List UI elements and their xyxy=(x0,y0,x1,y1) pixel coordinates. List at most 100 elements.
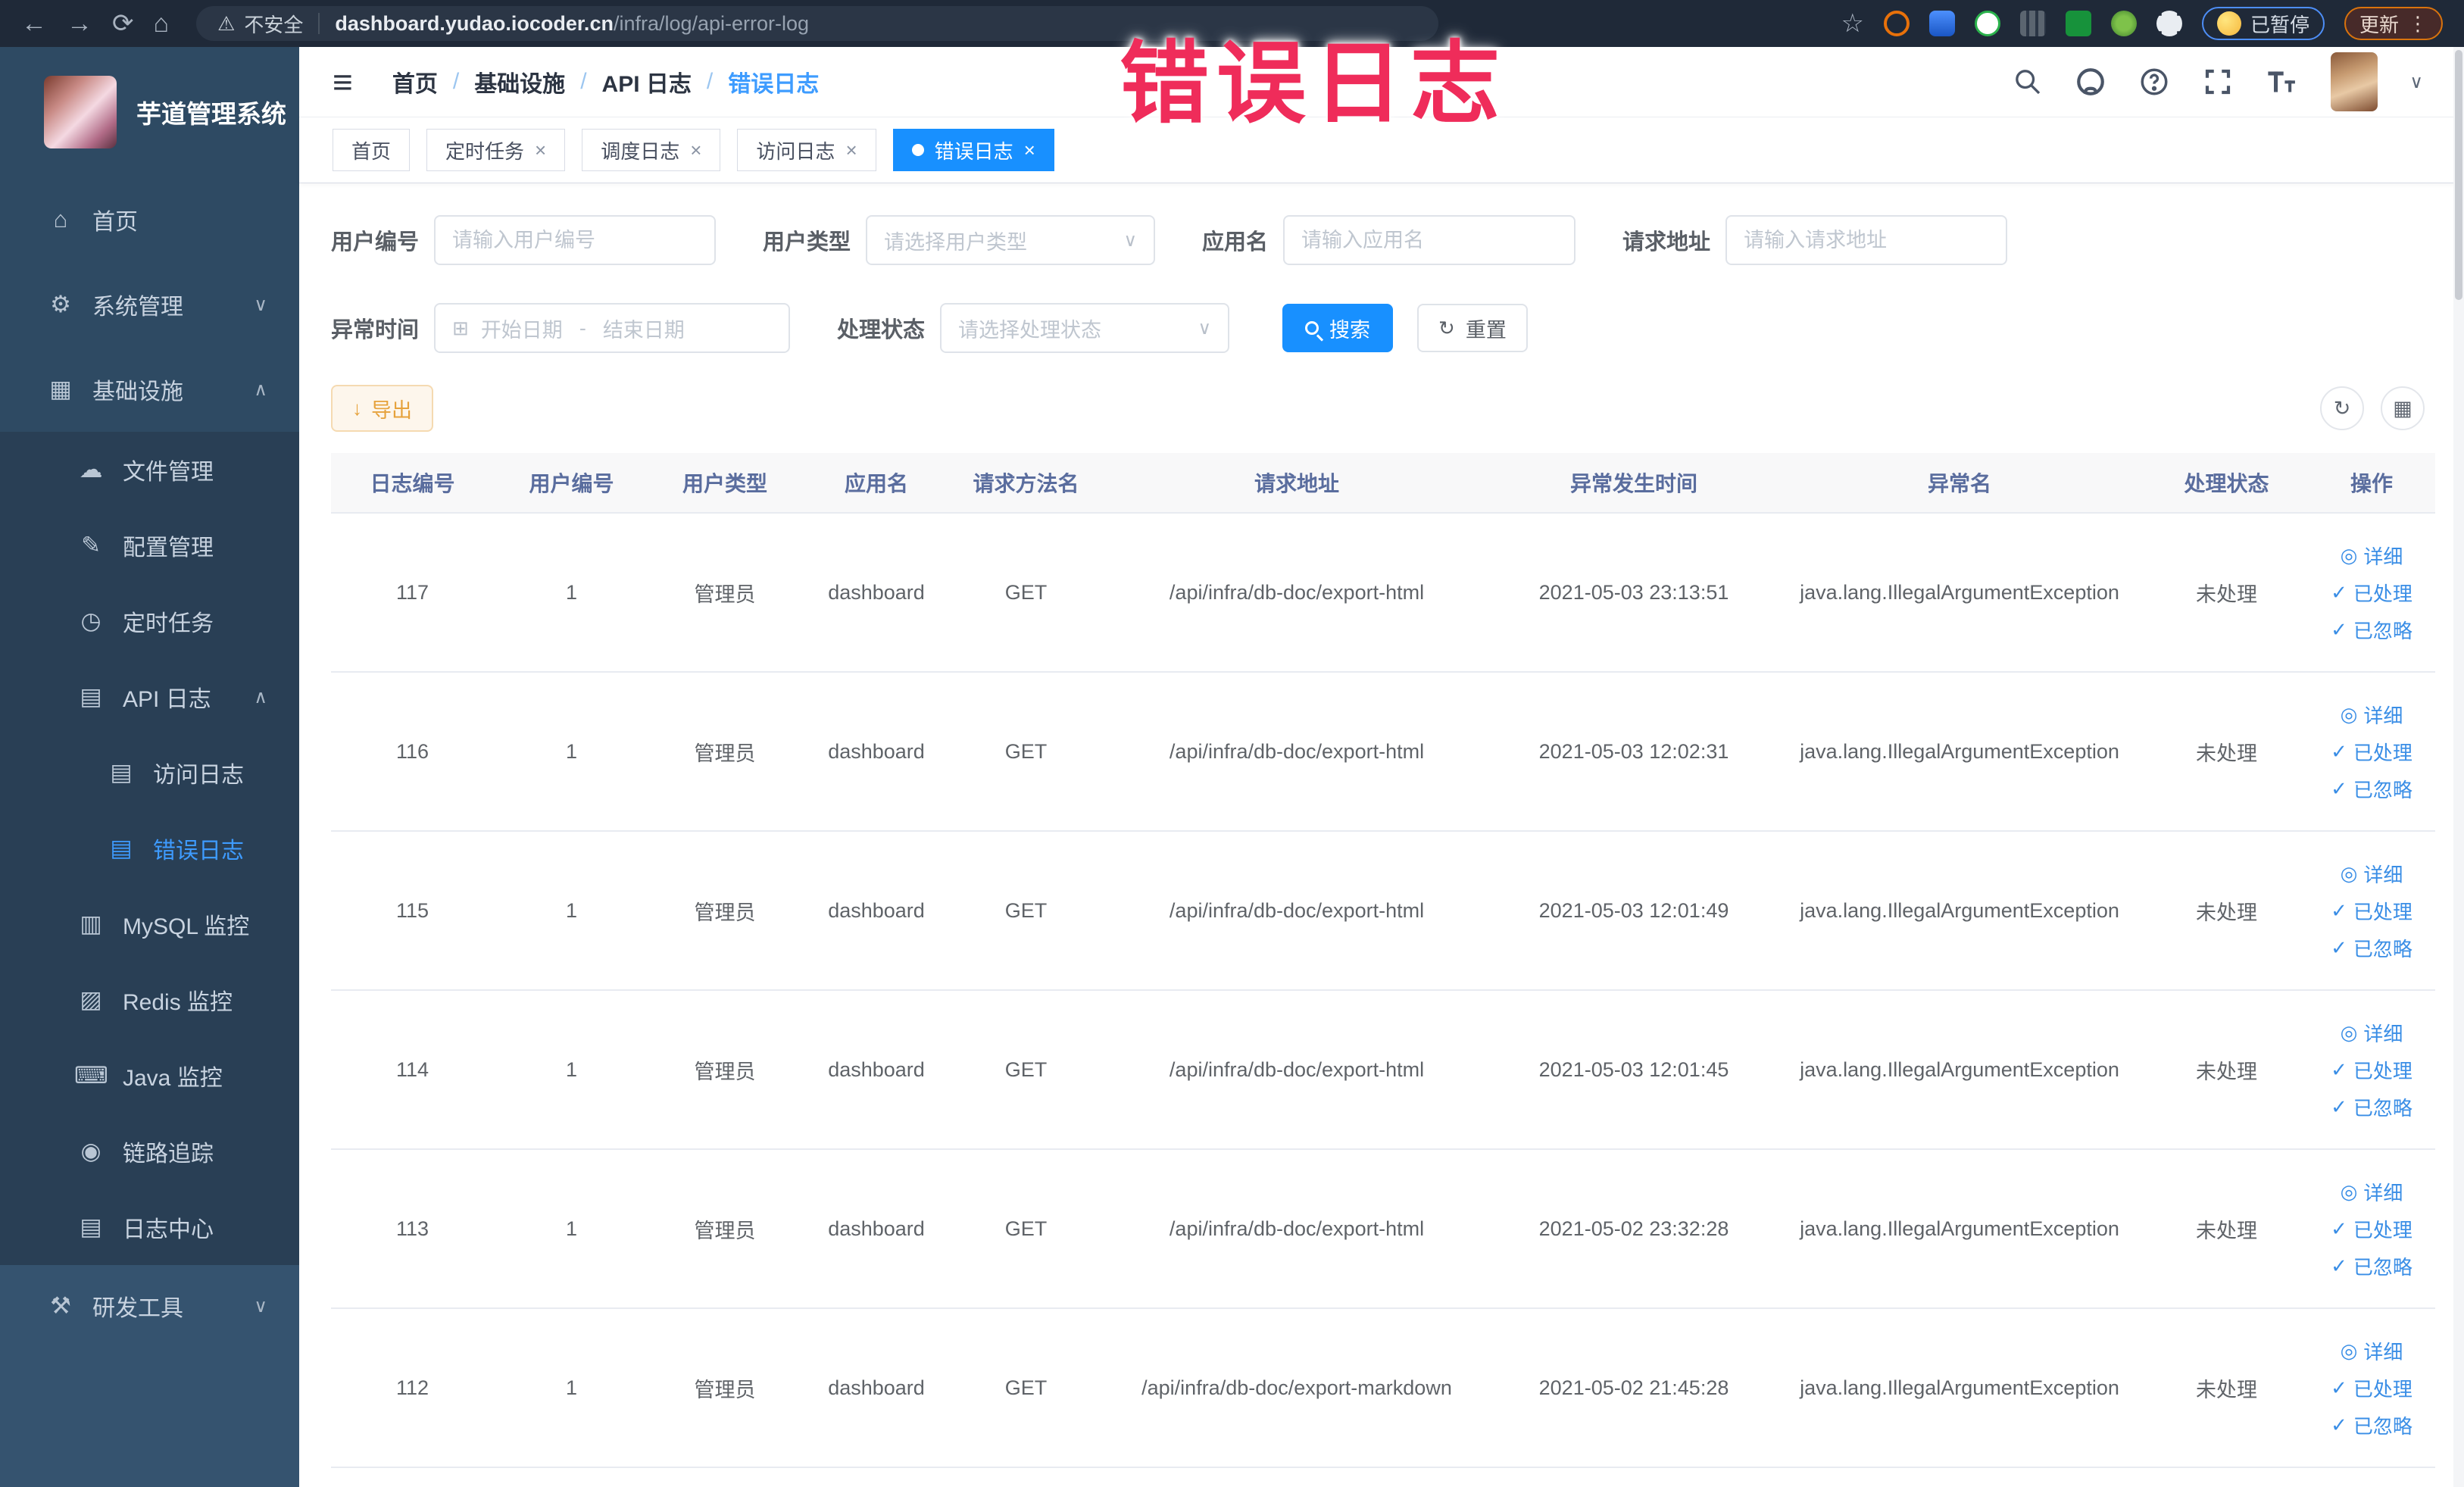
process-status-select[interactable]: 请选择处理状态 ∨ xyxy=(940,303,1230,353)
sidebar-item-system-management[interactable]: ⚙ 系统管理 ∨ xyxy=(0,262,299,347)
search-icon[interactable] xyxy=(2013,67,2043,97)
mark-processed-link[interactable]: ✓ 已处理 xyxy=(2331,897,2412,925)
browser-forward-icon[interactable]: → xyxy=(67,11,92,36)
sidebar-item-api-log[interactable]: ▤ API 日志 ∧ xyxy=(0,659,299,735)
breadcrumb-item[interactable]: 首页 xyxy=(392,65,438,98)
sidebar-item-dev-tools[interactable]: ⚒ 研发工具 ∨ xyxy=(0,1265,299,1347)
extension-icon[interactable] xyxy=(2019,11,2046,36)
browser-reload-icon[interactable]: ⟳ xyxy=(112,11,134,36)
extensions-puzzle-icon[interactable] xyxy=(2156,11,2182,36)
browser-update-button[interactable]: 更新 ⋮ xyxy=(2344,7,2443,40)
sidebar-logo[interactable]: 芋道管理系统 xyxy=(0,47,299,177)
exception-time-range-picker[interactable]: ⊞ 开始日期 - 结束日期 xyxy=(434,303,791,353)
tab-job-log[interactable]: 调度日志 × xyxy=(582,129,721,171)
mark-ignored-label: 已忽略 xyxy=(2353,1414,2412,1438)
scrollbar-thumb[interactable] xyxy=(2455,50,2462,300)
font-size-icon[interactable] xyxy=(2266,66,2299,98)
check-icon: ✓ xyxy=(2331,1095,2347,1118)
mark-processed-link[interactable]: ✓ 已处理 xyxy=(2331,1215,2412,1243)
tab-access-log[interactable]: 访问日志 × xyxy=(737,129,876,171)
sidebar-item-trace[interactable]: ◉ 链路追踪 xyxy=(0,1114,299,1189)
profile-paused-badge[interactable]: 已暂停 xyxy=(2201,7,2325,40)
tab-close-icon[interactable]: × xyxy=(845,140,857,160)
page-scrollbar[interactable] xyxy=(2453,47,2464,1487)
cell-process-status: 未处理 xyxy=(2196,1378,2257,1401)
sidebar-item-log-center[interactable]: ▤ 日志中心 xyxy=(0,1189,299,1265)
fullscreen-icon[interactable] xyxy=(2202,66,2234,98)
extension-icon[interactable] xyxy=(2065,11,2091,36)
detail-link[interactable]: ◎ 详细 xyxy=(2341,542,2403,570)
column-settings-button[interactable]: ▦ xyxy=(2381,386,2425,430)
extension-icon[interactable] xyxy=(2110,11,2137,36)
address-bar[interactable]: ⚠ 不安全 dashboard.yudao.iocoder.cn /infra/… xyxy=(196,6,1439,41)
browser-back-icon[interactable]: ← xyxy=(21,11,47,36)
help-icon[interactable] xyxy=(2138,66,2170,98)
detail-link[interactable]: ◎ 详细 xyxy=(2341,860,2403,888)
search-button[interactable]: 搜索 xyxy=(1282,304,1394,352)
sidebar-item-file-management[interactable]: ☁ 文件管理 xyxy=(0,432,299,508)
app-name-input[interactable] xyxy=(1283,215,1576,265)
table-header-cell: 请求方法名 xyxy=(973,472,1079,495)
menu-item-label: API 日志 xyxy=(123,687,211,712)
tab-home[interactable]: 首页 xyxy=(333,129,411,171)
tab-close-icon[interactable]: × xyxy=(690,140,701,160)
mark-processed-link[interactable]: ✓ 已处理 xyxy=(2331,738,2412,766)
check-icon: ✓ xyxy=(2331,1254,2347,1277)
check-icon: ✓ xyxy=(2331,1413,2347,1436)
mark-ignored-link[interactable]: ✓ 已忽略 xyxy=(2331,1252,2412,1280)
user-menu-caret-icon[interactable]: ∨ xyxy=(2409,71,2423,93)
detail-link[interactable]: ◎ 详细 xyxy=(2341,701,2403,729)
tags-view-bar: 首页 定时任务 × 调度日志 × 访问日志 × 错误日志 × xyxy=(299,117,2464,183)
reset-button[interactable]: ↻ 重置 xyxy=(1417,304,1528,352)
date-separator: - xyxy=(579,316,586,339)
address-divider xyxy=(318,13,320,34)
breadcrumb-item[interactable]: API 日志 xyxy=(602,65,692,98)
detail-link[interactable]: ◎ 详细 xyxy=(2341,1178,2403,1206)
sidebar-toggle-icon[interactable]: ≡ xyxy=(333,64,353,99)
cell-app-name: dashboard xyxy=(828,739,925,763)
sidebar-item-infrastructure[interactable]: ▦ 基础设施 ∧ xyxy=(0,347,299,432)
sidebar-item-error-log[interactable]: ▤ 错误日志 xyxy=(0,811,299,886)
sidebar-item-mysql-monitor[interactable]: ▥ MySQL 监控 xyxy=(0,886,299,962)
user-id-input[interactable] xyxy=(434,215,717,265)
mark-ignored-link[interactable]: ✓ 已忽略 xyxy=(2331,1093,2412,1121)
sidebar-item-config-management[interactable]: ✎ 配置管理 xyxy=(0,508,299,583)
menu-item-label: 基础设施 xyxy=(92,380,183,405)
request-url-input[interactable] xyxy=(1725,215,2008,265)
paused-label: 已暂停 xyxy=(2250,13,2309,36)
user-avatar[interactable] xyxy=(2331,52,2378,111)
sidebar-item-access-log[interactable]: ▤ 访问日志 xyxy=(0,735,299,811)
detail-link[interactable]: ◎ 详细 xyxy=(2341,1019,2403,1047)
mark-ignored-link[interactable]: ✓ 已忽略 xyxy=(2331,616,2412,644)
sidebar-item-home[interactable]: ⌂ 首页 xyxy=(0,177,299,262)
mark-processed-link[interactable]: ✓ 已处理 xyxy=(2331,1374,2412,1402)
mark-ignored-link[interactable]: ✓ 已忽略 xyxy=(2331,775,2412,803)
sidebar-item-scheduled-tasks[interactable]: ◷ 定时任务 xyxy=(0,583,299,659)
user-type-select[interactable]: 请选择用户类型 ∨ xyxy=(866,215,1156,265)
sidebar-item-redis-monitor[interactable]: ▨ Redis 监控 xyxy=(0,962,299,1038)
mark-processed-link[interactable]: ✓ 已处理 xyxy=(2331,579,2412,607)
extension-icon[interactable] xyxy=(1928,11,1955,36)
cell-user-type: 管理员 xyxy=(694,583,756,606)
sidebar-item-java-monitor[interactable]: ⌨ Java 监控 xyxy=(0,1038,299,1114)
cell-process-status: 未处理 xyxy=(2196,901,2257,924)
detail-link[interactable]: ◎ 详细 xyxy=(2341,1337,2403,1365)
mark-ignored-link[interactable]: ✓ 已忽略 xyxy=(2331,934,2412,962)
mark-processed-link[interactable]: ✓ 已处理 xyxy=(2331,1056,2412,1084)
browser-menu-icon[interactable]: ⋮ xyxy=(2408,12,2428,36)
bookmark-star-icon[interactable]: ☆ xyxy=(1841,8,1863,39)
export-button[interactable]: ↓ 导出 xyxy=(331,385,433,432)
github-icon[interactable] xyxy=(2075,66,2106,98)
extension-icon[interactable] xyxy=(1974,11,2000,36)
breadcrumb-item[interactable]: 基础设施 xyxy=(474,65,565,98)
tab-error-log[interactable]: 错误日志 × xyxy=(892,129,1054,171)
tab-job[interactable]: 定时任务 × xyxy=(426,129,566,171)
refresh-table-button[interactable]: ↻ xyxy=(2320,386,2364,430)
tab-close-icon[interactable]: × xyxy=(1024,140,1035,160)
browser-home-icon[interactable]: ⌂ xyxy=(154,11,170,36)
extension-icon[interactable] xyxy=(1883,11,1910,36)
mark-ignored-link[interactable]: ✓ 已忽略 xyxy=(2331,1411,2412,1439)
cell-app-name: dashboard xyxy=(828,580,925,604)
cell-method: GET xyxy=(1004,739,1048,763)
tab-close-icon[interactable]: × xyxy=(535,140,546,160)
